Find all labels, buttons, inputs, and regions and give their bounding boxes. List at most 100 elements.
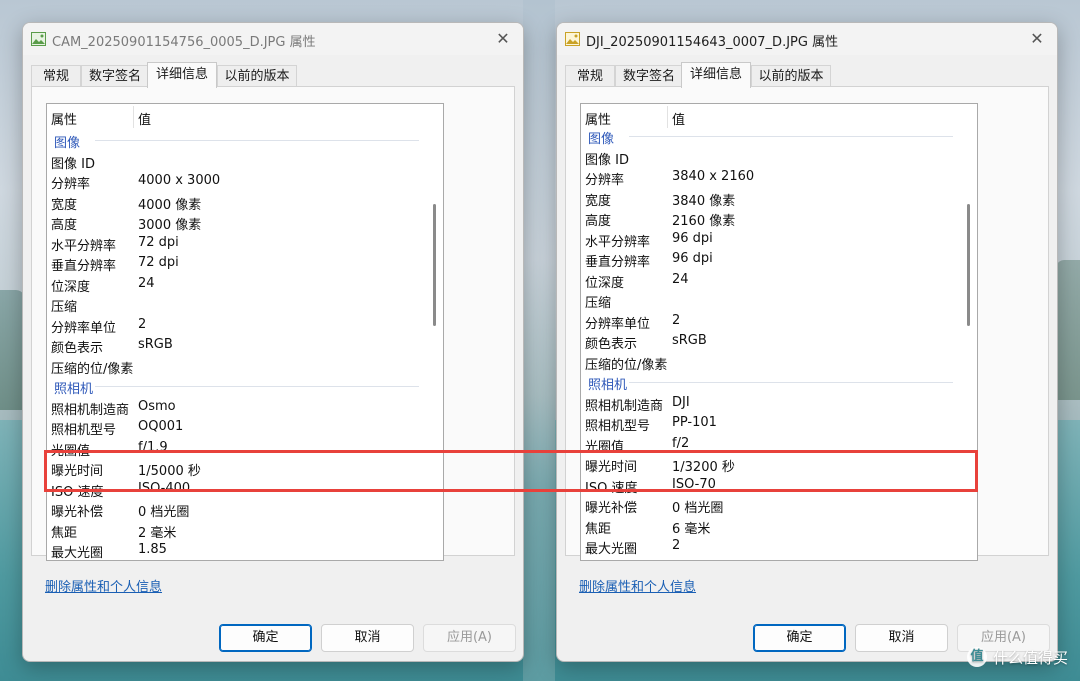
column-header-property[interactable]: 属性 — [51, 109, 77, 128]
watermark-text: 什么值得买 — [992, 648, 1068, 667]
remove-properties-link[interactable]: 删除属性和个人信息 — [45, 576, 162, 595]
column-header-value[interactable]: 值 — [138, 109, 151, 128]
property-row[interactable]: 照相机制造商 DJI — [581, 393, 957, 414]
group-divider — [629, 382, 953, 383]
property-row[interactable]: 压缩的位/像素 — [581, 352, 957, 373]
property-row[interactable]: 高度 2160 像素 — [581, 208, 957, 229]
group-divider — [95, 140, 419, 141]
property-row[interactable]: 最大光圈 2 — [581, 536, 957, 557]
property-row[interactable]: 照相机制造商 Osmo — [47, 397, 423, 418]
group-header: 图像 — [581, 126, 957, 147]
property-row[interactable]: 分辨率单位 2 — [47, 315, 423, 336]
ok-button[interactable]: 确定 — [753, 624, 846, 652]
property-row[interactable]: 压缩的位/像素 — [47, 356, 423, 377]
property-value: sRGB — [672, 333, 707, 348]
property-name: 曝光补偿 — [51, 505, 104, 520]
property-name: 颜色表示 — [585, 337, 638, 352]
tab-general[interactable]: 常规 — [31, 65, 81, 87]
tab-general[interactable]: 常规 — [565, 65, 615, 87]
property-name: 分辨率单位 — [51, 320, 117, 336]
property-name: 压缩 — [51, 300, 78, 315]
scrollbar-thumb[interactable] — [967, 204, 970, 326]
tab-strip: 常规 数字签名 详细信息 以前的版本 — [565, 62, 1049, 88]
property-name: 水平分辨率 — [585, 234, 651, 250]
background-gap — [523, 0, 555, 681]
scrollbar-thumb[interactable] — [433, 204, 436, 326]
group-divider — [95, 386, 419, 387]
tab-details[interactable]: 详细信息 — [147, 62, 217, 88]
property-value: 2 毫米 — [138, 525, 177, 541]
property-row[interactable]: 图像 ID — [581, 147, 957, 168]
property-row[interactable]: 颜色表示 sRGB — [581, 331, 957, 352]
property-row[interactable]: 垂直分辨率 96 dpi — [581, 249, 957, 270]
property-row[interactable]: 照相机型号 OQ001 — [47, 417, 423, 438]
property-name: 压缩的位/像素 — [585, 357, 668, 373]
property-row[interactable]: 宽度 3840 像素 — [581, 188, 957, 209]
group-divider — [629, 136, 953, 137]
property-row[interactable]: 图像 ID — [47, 151, 423, 172]
property-row[interactable]: 颜色表示 sRGB — [47, 335, 423, 356]
tab-previous-versions[interactable]: 以前的版本 — [217, 65, 297, 87]
tab-details[interactable]: 详细信息 — [681, 62, 751, 88]
close-icon[interactable]: ✕ — [1027, 29, 1047, 49]
property-row[interactable]: 压缩 — [47, 294, 423, 315]
group-label: 图像 — [54, 136, 81, 151]
property-row[interactable]: 分辨率单位 2 — [581, 311, 957, 332]
property-value: 2160 像素 — [672, 214, 736, 229]
property-row[interactable]: 位深度 24 — [47, 274, 423, 295]
property-row[interactable]: 宽度 4000 像素 — [47, 192, 423, 213]
property-name: 图像 ID — [51, 156, 95, 172]
property-row[interactable]: 垂直分辨率 72 dpi — [47, 253, 423, 274]
tab-digital-signatures[interactable]: 数字签名 — [81, 65, 149, 87]
apply-button[interactable]: 应用(A) — [423, 624, 516, 652]
tab-digital-signatures[interactable]: 数字签名 — [615, 65, 683, 87]
property-value: 72 dpi — [138, 255, 179, 270]
property-row[interactable]: 照相机型号 PP-101 — [581, 413, 957, 434]
property-row[interactable]: 高度 3000 像素 — [47, 212, 423, 233]
property-value: 72 dpi — [138, 234, 179, 250]
property-row[interactable]: 压缩 — [581, 290, 957, 311]
cancel-button[interactable]: 取消 — [321, 624, 414, 652]
property-row[interactable]: 位深度 24 — [581, 270, 957, 291]
column-divider[interactable] — [667, 106, 668, 128]
properties-list[interactable]: 属性 值 图像 图像 ID 分辨率 3840 x 2160 宽度 3840 像素 高度 216… — [580, 103, 978, 561]
tab-strip: 常规 数字签名 详细信息 以前的版本 — [31, 62, 515, 88]
properties-list[interactable]: 属性 值 图像图像 ID 分辨率 4000 x 3000 宽度 4000 像素 高度 300… — [46, 103, 444, 561]
property-name: 位深度 — [51, 279, 91, 295]
property-value: 3840 像素 — [672, 193, 736, 209]
property-row[interactable]: 分辨率 3840 x 2160 — [581, 167, 957, 188]
title-bar[interactable]: DJI_20250901154643_0007_D.JPG 属性 ✕ — [557, 23, 1057, 55]
property-name: 位深度 — [585, 275, 625, 291]
group-label: 照相机 — [54, 382, 94, 397]
column-divider[interactable] — [133, 106, 134, 128]
property-value: 2 — [672, 538, 681, 553]
tab-previous-versions[interactable]: 以前的版本 — [751, 65, 831, 87]
property-name: 分辨率单位 — [585, 316, 651, 332]
group-header: 照相机 — [47, 376, 423, 397]
property-row[interactable]: 焦距 2 毫米 — [47, 520, 423, 541]
property-row[interactable]: 曝光补偿 0 档光圈 — [47, 499, 423, 520]
property-name: 照相机型号 — [585, 419, 651, 434]
group-header: 图像 — [47, 130, 423, 151]
title-bar[interactable]: CAM_20250901154756_0005_D.JPG 属性 ✕ — [23, 23, 523, 55]
remove-properties-link[interactable]: 删除属性和个人信息 — [579, 576, 696, 595]
property-row[interactable]: 焦距 6 毫米 — [581, 516, 957, 537]
property-value: f/2 — [672, 435, 690, 451]
ok-button[interactable]: 确定 — [219, 624, 312, 652]
property-name: 宽度 — [585, 193, 612, 209]
property-name: 最大光圈 — [585, 542, 638, 557]
property-row[interactable]: 曝光补偿 0 档光圈 — [581, 495, 957, 516]
property-name: 垂直分辨率 — [51, 259, 117, 274]
property-name: 垂直分辨率 — [585, 255, 651, 270]
property-row[interactable]: 水平分辨率 72 dpi — [47, 233, 423, 254]
property-name: 水平分辨率 — [51, 238, 117, 254]
close-icon[interactable]: ✕ — [493, 29, 513, 49]
property-row[interactable]: 分辨率 4000 x 3000 — [47, 171, 423, 192]
property-value: PP-101 — [672, 415, 717, 430]
property-row[interactable]: 最大光圈 1.85 — [47, 540, 423, 560]
image-file-icon — [31, 32, 46, 46]
group-label: 图像 — [588, 132, 615, 147]
property-value: Osmo — [138, 398, 176, 414]
cancel-button[interactable]: 取消 — [855, 624, 948, 652]
property-row[interactable]: 水平分辨率 96 dpi — [581, 229, 957, 250]
